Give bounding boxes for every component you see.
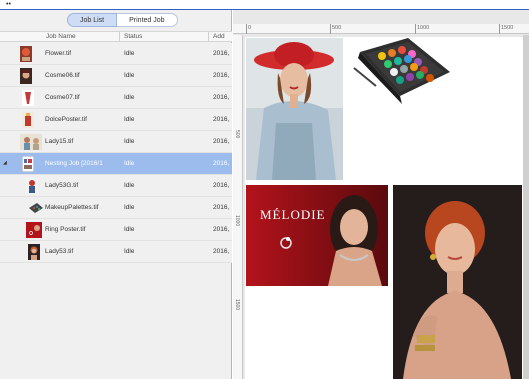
job-name: Cosme06.tif [45,72,80,79]
table-row[interactable]: Lady53.tif Idle 2016, [0,241,232,263]
title-bar: •• [0,0,529,10]
lady15-thumbnail [20,134,42,150]
horizontal-ruler: 0 500 1000 1500 [233,24,529,34]
flower-thumbnail [20,46,32,62]
table-row[interactable]: Cosme07.tif Idle 2016, [0,87,232,109]
vertical-ruler: 500 1000 1500 [233,35,243,379]
job-added: 2016, [213,138,230,145]
ruler-label: 0 [248,25,252,31]
ruler-label: 500 [234,130,240,139]
ruler-mark [246,24,247,34]
column-added[interactable]: Add [213,33,225,40]
table-row[interactable]: Flower.tif Idle 2016, [0,43,232,65]
media-sheet[interactable]: MÉLODIE [245,37,523,379]
table-row[interactable]: MakeupPalettes.tif Idle 2016, [0,197,232,219]
job-status: Idle [124,226,135,233]
job-name: Flower.tif [45,50,72,57]
vertical-scrollbar[interactable] [523,35,529,379]
job-list-panel: Job List Printed Job Job Name Status Add… [0,10,232,379]
job-added: 2016, [213,94,230,101]
job-name: Ring Poster.tif [45,226,86,233]
lady53-thumbnail [28,244,40,260]
makeup-palettes-thumbnail [29,203,43,213]
column-divider[interactable] [119,32,120,42]
ruler-label: 1500 [501,25,514,31]
job-name: MakeupPalettes.tif [45,204,99,211]
job-name: Lady15.tif [45,138,74,145]
job-added: 2016, [213,50,230,57]
ruler-mark [330,24,331,34]
job-added: 2016, [213,226,230,233]
job-added: 2016, [213,116,230,123]
table-row[interactable]: Cosme06.tif Idle 2016, [0,65,232,87]
column-status[interactable]: Status [124,33,142,40]
ruler-mark [415,24,416,34]
job-added: 2016, [213,182,230,189]
job-status: Idle [124,116,135,123]
column-job-name[interactable]: Job Name [46,33,76,40]
job-status: Idle [124,94,135,101]
expand-arrow-icon[interactable]: ◢ [3,160,7,166]
panel-menu-icon[interactable]: •• [6,1,11,8]
job-status: Idle [124,160,135,167]
ruler-label: 1500 [234,299,240,311]
job-status: Idle [124,50,135,57]
job-status: Idle [124,72,135,79]
cosme07-thumbnail [22,90,34,106]
tab-job-list[interactable]: Job List [67,13,118,27]
ruler-label: 500 [332,25,342,31]
job-name: Nesting Job [2016/1 [45,160,103,167]
job-added: 2016, [213,204,230,211]
cosme06-thumbnail [20,68,32,84]
dolce-poster-thumbnail [22,112,34,128]
job-status: Idle [124,138,135,145]
ruler-label: 1000 [234,215,240,227]
lady-red-hair-image[interactable] [393,185,522,379]
melodie-title: MÉLODIE [260,207,326,222]
table-row[interactable]: Lady53G.tif Idle 2016, [0,175,232,197]
tab-printed-job[interactable]: Printed Job [117,13,178,27]
ruler-mark [499,24,500,34]
ruler-label: 1000 [417,25,430,31]
table-row[interactable]: DolcePoster.tif Idle 2016, [0,109,232,131]
nesting-job-thumbnail [22,156,34,172]
table-row[interactable]: Lady15.tif Idle 2016, [0,131,232,153]
job-status: Idle [124,182,135,189]
job-status: Idle [124,248,135,255]
job-name: Cosme07.tif [45,94,80,101]
ring-poster-thumbnail [26,222,42,238]
job-added: 2016, [213,72,230,79]
lady-red-hat-image[interactable] [246,38,343,180]
lady53g-thumbnail [26,178,38,194]
nesting-preview-panel: 0 500 1000 1500 500 1000 1500 MÉLODIE [233,10,529,379]
job-added: 2016, [213,160,230,167]
job-name: Lady53G.tif [45,182,79,189]
column-divider[interactable] [208,32,209,42]
job-name: DolcePoster.tif [45,116,87,123]
table-row[interactable]: Ring Poster.tif Idle 2016, [0,219,232,241]
melodie-ring-poster-image[interactable]: MÉLODIE [246,185,388,286]
job-tabs: Job List Printed Job [67,13,178,27]
table-header: Job Name Status Add [0,31,232,42]
job-status: Idle [124,204,135,211]
job-name: Lady53.tif [45,248,74,255]
makeup-palette-image[interactable] [350,38,460,118]
table-row-selected[interactable]: ◢ Nesting Job [2016/1 Idle 2016, [0,153,232,175]
job-added: 2016, [213,248,230,255]
